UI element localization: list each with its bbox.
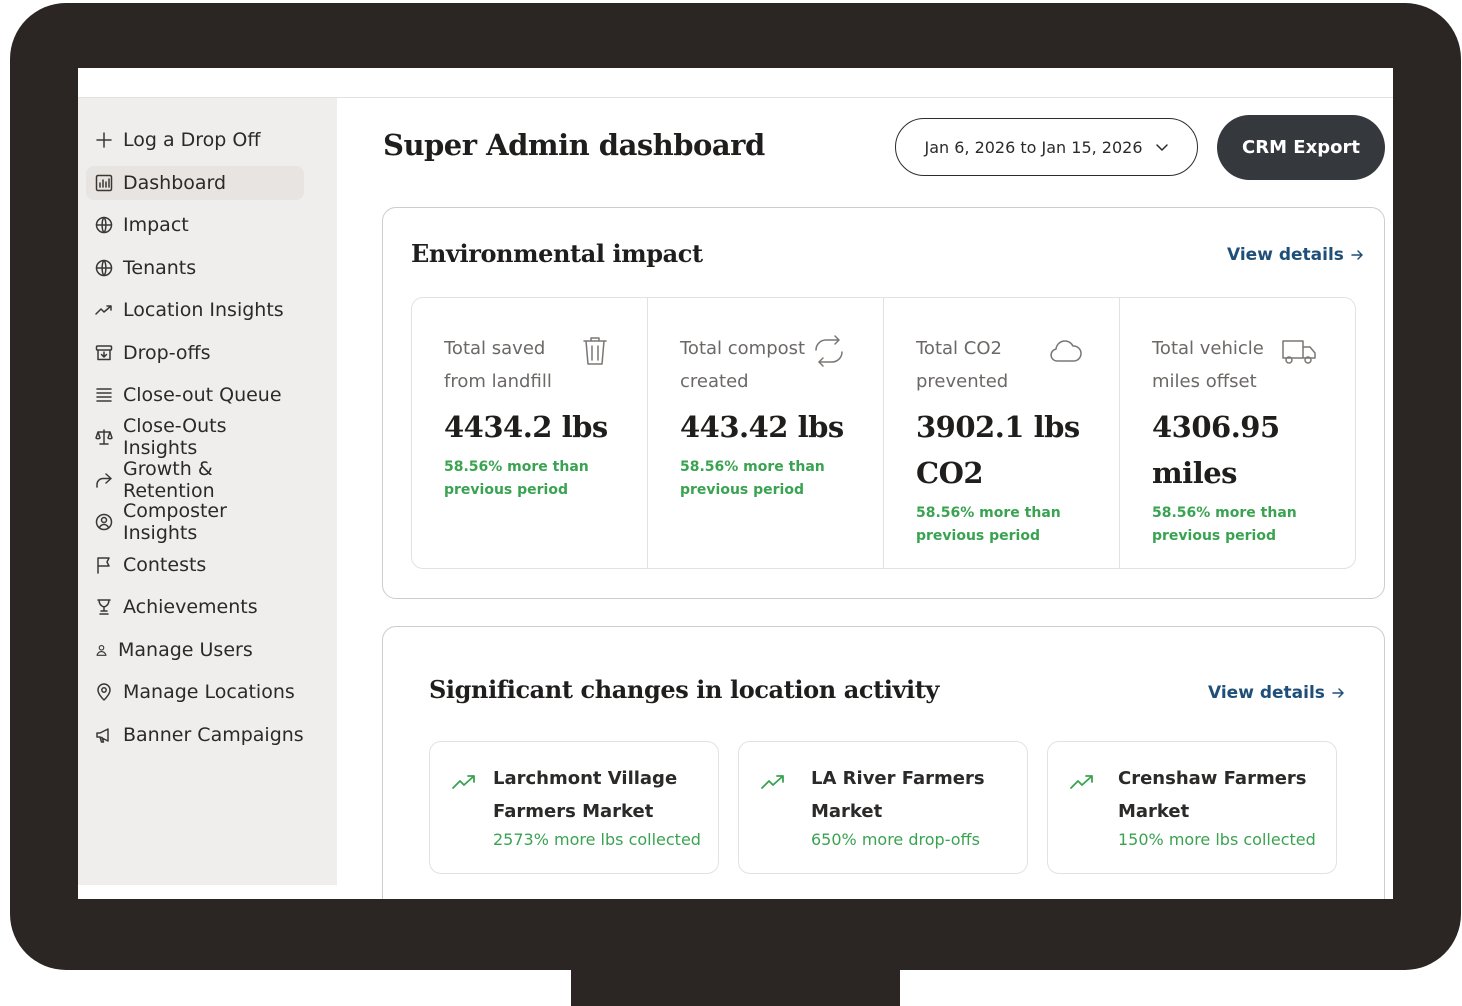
archive-icon <box>94 343 114 363</box>
sidebar-item-label: Location Insights <box>123 299 284 321</box>
user-circle-icon <box>94 512 114 532</box>
map-pin-icon <box>94 682 114 702</box>
sidebar-item-achievements[interactable]: Achievements <box>86 590 304 624</box>
stat-co2: Total CO2 prevented 3902.1 lbs CO2 58.56… <box>884 298 1120 568</box>
globe-icon <box>94 258 114 278</box>
trending-up-icon <box>450 770 478 794</box>
stat-label: Total compost created <box>680 338 806 392</box>
sidebar: Log a Drop Off Dashboard Impact Tenants … <box>78 98 337 885</box>
sidebar-item-location-insights[interactable]: Location Insights <box>86 293 304 327</box>
view-details-label: View details <box>1208 683 1325 703</box>
arrow-right-icon <box>1332 688 1344 698</box>
screen: Log a Drop Off Dashboard Impact Tenants … <box>78 68 1393 899</box>
sidebar-item-label: Dashboard <box>123 172 227 194</box>
stat-change: 58.56% more than previous period <box>1152 505 1297 544</box>
crm-export-button[interactable]: CRM Export <box>1217 115 1385 180</box>
sidebar-item-label: Drop-offs <box>123 342 211 364</box>
bar-chart-icon <box>94 173 114 193</box>
sidebar-item-label: Tenants <box>123 257 197 279</box>
trending-up-icon <box>94 300 114 320</box>
view-details-link[interactable]: View details <box>1227 245 1364 265</box>
location-change: 2573% more lbs collected <box>493 830 701 849</box>
stat-compost: Total compost created 443.42 lbs 58.56% … <box>648 298 884 568</box>
location-name: LA River Farmers Market <box>811 768 985 822</box>
location-activity-card: Significant changes in location activity… <box>382 626 1385 899</box>
sidebar-item-close-outs-insights[interactable]: Close-Outs Insights <box>86 415 304 459</box>
sidebar-item-manage-users[interactable]: Manage Users <box>86 633 304 667</box>
location-name: Larchmont Village Farmers Market <box>493 768 678 822</box>
scale-icon <box>94 427 114 447</box>
sidebar-item-label: Close-out Queue <box>123 384 282 406</box>
sidebar-item-composter-insights[interactable]: Composter Insights <box>86 500 304 544</box>
sidebar-item-label: Contests <box>123 554 207 576</box>
globe-icon <box>94 215 114 235</box>
stats-grid: Total saved from landfill 4434.2 lbs 58.… <box>411 297 1356 569</box>
environmental-impact-card: Environmental impact View details Total … <box>382 207 1385 599</box>
sidebar-item-label: Close-Outs Insights <box>123 415 227 459</box>
stat-change: 58.56% more than previous period <box>444 459 589 498</box>
cloud-icon <box>1046 332 1084 370</box>
sidebar-item-impact[interactable]: Impact <box>86 208 304 242</box>
sidebar-item-tenants[interactable]: Tenants <box>86 251 304 285</box>
user-icon <box>94 640 109 660</box>
stat-value: 4434.2 lbs <box>444 410 608 444</box>
stat-change: 58.56% more than previous period <box>680 459 825 498</box>
trending-up-icon <box>759 770 787 794</box>
card-title: Environmental impact <box>411 239 703 268</box>
view-details-link[interactable]: View details <box>1208 683 1345 703</box>
location-card[interactable]: Crenshaw Farmers Market 150% more lbs co… <box>1047 741 1337 874</box>
sidebar-item-label: Achievements <box>123 596 258 618</box>
megaphone-icon <box>94 725 114 745</box>
sidebar-item-drop-offs[interactable]: Drop-offs <box>86 336 304 370</box>
truck-icon <box>1280 332 1318 370</box>
sidebar-item-label: Growth & Retention <box>123 458 215 502</box>
sidebar-item-label: Log a Drop Off <box>123 129 261 151</box>
page-title: Super Admin dashboard <box>383 128 765 162</box>
stat-value: 3902.1 lbs CO2 <box>916 410 1080 490</box>
flag-icon <box>94 555 114 575</box>
stat-vehicle-miles: Total vehicle miles offset 4306.95 miles… <box>1120 298 1355 568</box>
location-name: Crenshaw Farmers Market <box>1118 768 1307 822</box>
stat-change: 58.56% more than previous period <box>916 505 1061 544</box>
location-card[interactable]: Larchmont Village Farmers Market 2573% m… <box>429 741 719 874</box>
stat-label: Total vehicle miles offset <box>1152 338 1264 392</box>
list-icon <box>94 385 114 405</box>
stat-value: 4306.95 miles <box>1152 410 1280 490</box>
sidebar-item-banner-campaigns[interactable]: Banner Campaigns <box>86 718 304 752</box>
stat-landfill: Total saved from landfill 4434.2 lbs 58.… <box>412 298 648 568</box>
sidebar-item-dashboard[interactable]: Dashboard <box>86 166 304 200</box>
monitor-stand <box>571 968 900 1006</box>
trash-icon <box>576 332 614 370</box>
sidebar-item-label: Banner Campaigns <box>123 724 304 746</box>
sidebar-item-contests[interactable]: Contests <box>86 548 304 582</box>
trophy-icon <box>94 597 114 617</box>
sidebar-item-log-drop-off[interactable]: Log a Drop Off <box>86 123 304 157</box>
location-card[interactable]: LA River Farmers Market 650% more drop-o… <box>738 741 1028 874</box>
location-change: 150% more lbs collected <box>1118 830 1316 849</box>
arrow-right-icon <box>1351 250 1363 260</box>
sidebar-item-label: Impact <box>123 214 189 236</box>
stat-value: 443.42 lbs <box>680 410 844 444</box>
stat-label: Total CO2 prevented <box>916 338 1009 392</box>
sidebar-item-growth-retention[interactable]: Growth & Retention <box>86 458 304 502</box>
card-title: Significant changes in location activity <box>429 675 939 704</box>
date-range-value: Jan 6, 2026 to Jan 15, 2026 <box>924 137 1143 157</box>
stat-label: Total saved from landfill <box>444 338 552 392</box>
refresh-icon <box>810 332 848 370</box>
view-details-label: View details <box>1227 245 1344 265</box>
sidebar-item-label: Manage Users <box>118 639 253 661</box>
share-icon <box>94 470 114 490</box>
location-change: 650% more drop-offs <box>811 830 980 849</box>
plus-icon <box>94 130 114 150</box>
sidebar-item-label: Manage Locations <box>123 681 295 703</box>
sidebar-item-manage-locations[interactable]: Manage Locations <box>86 675 304 709</box>
trending-up-icon <box>1068 770 1096 794</box>
main-content: Super Admin dashboard Jan 6, 2026 to Jan… <box>337 98 1393 899</box>
date-range-picker[interactable]: Jan 6, 2026 to Jan 15, 2026 <box>895 118 1198 176</box>
sidebar-item-close-out-queue[interactable]: Close-out Queue <box>86 378 304 412</box>
chevron-down-icon <box>1155 144 1168 151</box>
sidebar-item-label: Composter Insights <box>123 500 227 544</box>
